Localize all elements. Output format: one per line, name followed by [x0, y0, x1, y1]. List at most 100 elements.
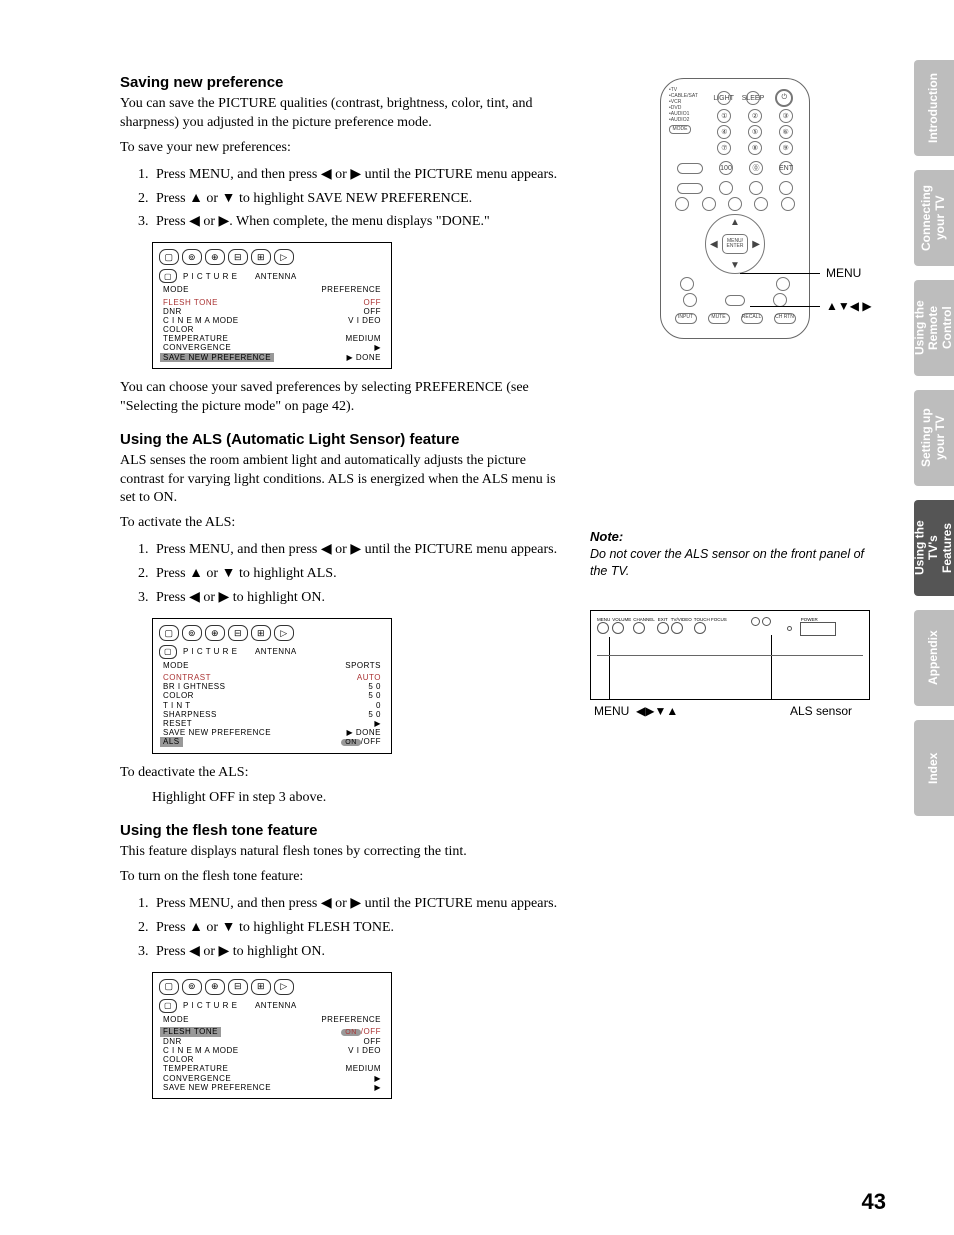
step: Press ◀ or ▶. When complete, the menu di… — [152, 211, 560, 232]
heading-flesh-tone: Using the flesh tone feature — [120, 822, 560, 839]
remote-illustration: •TV •CABLE/SAT •VCR •DVD •AUDIO1 •AUDIO2… — [660, 78, 810, 339]
steps-list: Press MENU, and then press ◀ or ▶ until … — [142, 893, 560, 962]
front-panel-figure: MENU VOLUME CHANNEL EXIT TV/VIDEO TOUCH … — [590, 610, 870, 718]
remote-button — [779, 181, 793, 195]
para: This feature displays natural flesh tone… — [120, 843, 560, 862]
step: Press ▲ or ▼ to highlight FLESH TONE. — [152, 917, 560, 938]
tab-introduction[interactable]: Introduction — [914, 60, 954, 156]
up-arrow-icon: ▲ — [189, 564, 203, 580]
up-arrow-icon: ▲ — [189, 189, 203, 205]
remote-button: SLEEP — [746, 91, 760, 105]
tab-index[interactable]: Index — [914, 720, 954, 816]
remote-button: ② — [748, 109, 762, 123]
tab-remote[interactable]: Using the Remote Control — [914, 280, 954, 376]
panel-led — [751, 617, 760, 626]
power-icon: ⏻ — [775, 89, 793, 107]
osd-tab-icon: ▷ — [274, 249, 294, 265]
remote-button: ⑧ — [748, 141, 762, 155]
remote-button — [677, 183, 703, 194]
para: ALS senses the room ambient light and au… — [120, 452, 560, 509]
remote-button: ⓪ — [749, 161, 763, 175]
panel-led — [762, 617, 771, 626]
callout-line — [771, 635, 772, 699]
tab-setting-up[interactable]: Setting up your TV — [914, 390, 954, 486]
right-arrow-icon: ▶ — [350, 165, 361, 181]
remote-dpad: ▲ ▼ ◀ ▶ MENU/ ENTER — [705, 214, 765, 274]
remote-button: ENT — [779, 161, 793, 175]
right-arrow-icon: ▶ — [752, 239, 760, 250]
step: Press ▲ or ▼ to highlight SAVE NEW PREFE… — [152, 188, 560, 209]
remote-button: ① — [717, 109, 731, 123]
remote-button: ⑥ — [779, 125, 793, 139]
steps-list: Press MENU, and then press ◀ or ▶ until … — [142, 539, 560, 608]
osd-screenshot-3: ▢⊚⊕⊟⊞▷ ▢P I C T U R E ANTENNA MODEPREFER… — [152, 972, 392, 1099]
note-body: Do not cover the ALS sensor on the front… — [590, 546, 880, 580]
right-arrow-icon: ▶ — [219, 942, 230, 958]
para: Highlight OFF in step 3 above. — [152, 789, 560, 808]
right-arrow-icon: ▶ — [219, 212, 230, 228]
section-tabs: Introduction Connecting your TV Using th… — [914, 60, 954, 816]
remote-button — [677, 163, 703, 174]
left-arrow-icon: ◀ — [321, 165, 332, 181]
right-arrow-icon: ▶ — [350, 894, 361, 910]
down-arrow-icon: ▼ — [222, 918, 236, 934]
note-heading: Note: — [590, 529, 880, 544]
callout-line — [609, 637, 610, 699]
remote-button: ⑤ — [748, 125, 762, 139]
remote-button: ⑨ — [779, 141, 793, 155]
callout-arrows: ▲▼◀ ▶ — [826, 299, 872, 313]
up-arrow-icon: ▲ — [730, 217, 740, 228]
remote-button: ⑦ — [717, 141, 731, 155]
callout-menu: MENU — [826, 266, 861, 280]
osd-screenshot-2: ▢⊚⊕⊟⊞▷ ▢P I C T U R E ANTENNA MODESPORTS… — [152, 618, 392, 755]
step: Press ◀ or ▶ to highlight ON. — [152, 941, 560, 962]
osd-tab-icon: ⊞ — [251, 249, 271, 265]
main-column: Saving new preference You can save the P… — [120, 60, 580, 1140]
right-arrow-icon: ▶ — [350, 540, 361, 556]
remote-button — [719, 181, 733, 195]
down-arrow-icon: ▼ — [222, 564, 236, 580]
right-arrow-icon: ▶ — [219, 588, 230, 604]
remote-button: ④ — [717, 125, 731, 139]
tab-appendix[interactable]: Appendix — [914, 610, 954, 706]
step: Press MENU, and then press ◀ or ▶ until … — [152, 893, 560, 914]
remote-button: 100 — [719, 161, 733, 175]
step: Press MENU, and then press ◀ or ▶ until … — [152, 164, 560, 185]
callout-line — [750, 306, 820, 307]
panel-button — [633, 622, 645, 634]
side-column: •TV •CABLE/SAT •VCR •DVD •AUDIO1 •AUDIO2… — [580, 60, 880, 1140]
left-arrow-icon: ◀ — [189, 942, 200, 958]
remote-button — [749, 181, 763, 195]
osd-tab-icon: ⊚ — [182, 249, 202, 265]
panel-button — [694, 622, 706, 634]
osd-tab-icon: ▢ — [159, 249, 179, 265]
left-arrow-icon: ◀ — [189, 588, 200, 604]
para: You can choose your saved preferences by… — [120, 379, 560, 417]
osd-tab-icon: ⊕ — [205, 249, 225, 265]
osd-tab-icon: ⊟ — [228, 249, 248, 265]
down-arrow-icon: ▼ — [222, 189, 236, 205]
panel-flap — [800, 622, 836, 636]
para: To deactivate the ALS: — [120, 764, 560, 783]
left-arrow-icon: ◀ — [321, 540, 332, 556]
para: You can save the PICTURE qualities (cont… — [120, 95, 560, 133]
step: Press ◀ or ▶ to highlight ON. — [152, 587, 560, 608]
para: To save your new preferences: — [120, 139, 560, 158]
panel-button — [671, 622, 683, 634]
page-number: 43 — [862, 1189, 886, 1215]
tv-icon: ▢ — [159, 269, 177, 283]
osd-highlight: SAVE NEW PREFERENCE — [160, 353, 274, 362]
arrows-icon: ◀▶▼▲ — [636, 704, 678, 718]
callout-line — [740, 273, 820, 274]
panel-button — [597, 622, 609, 634]
remote-button: LIGHT — [717, 91, 731, 105]
step: Press ▲ or ▼ to highlight ALS. — [152, 563, 560, 584]
left-arrow-icon: ◀ — [321, 894, 332, 910]
osd-screenshot-1: ▢ ⊚ ⊕ ⊟ ⊞ ▷ ▢P I C T U R E ANTENNA MODEP… — [152, 242, 392, 369]
tab-features[interactable]: Using the TV's Features — [914, 500, 954, 596]
left-arrow-icon: ◀ — [710, 239, 718, 250]
heading-als: Using the ALS (Automatic Light Sensor) f… — [120, 431, 560, 448]
panel-button — [657, 622, 669, 634]
remote-button: ③ — [779, 109, 793, 123]
tab-connecting[interactable]: Connecting your TV — [914, 170, 954, 266]
